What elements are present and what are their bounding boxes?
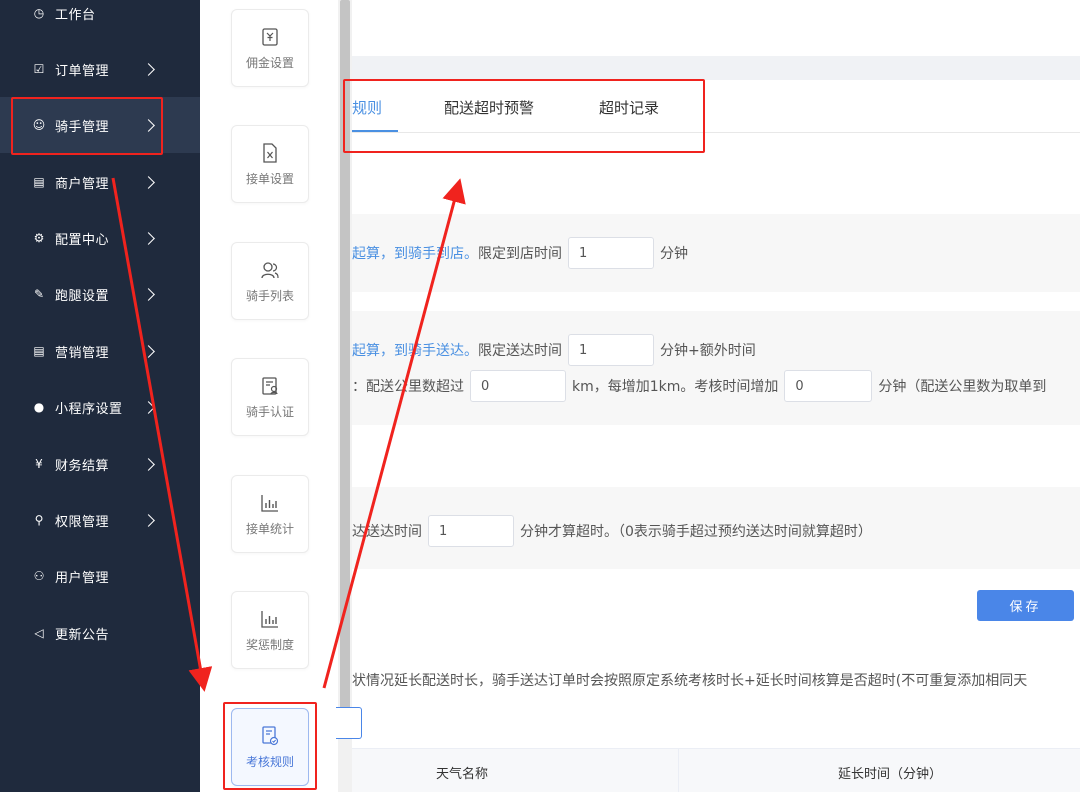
sidebar-item-1[interactable]: ☑ 订单管理 — [0, 41, 200, 97]
wechat-icon: ● — [33, 400, 45, 414]
save-button[interactable]: 保存 — [977, 590, 1074, 621]
submenu-item-2[interactable]: 骑手列表 — [231, 242, 309, 320]
gear-icon: ⚙ — [33, 231, 45, 245]
distance-prefix: ：配送公里数超过 — [352, 379, 464, 395]
sidebar-item-label: 营销管理 — [55, 345, 110, 361]
sidebar-item-4[interactable]: ⚙ 配置中心 — [0, 210, 200, 266]
submenu-item-label: 接单统计 — [245, 521, 294, 536]
weather-table-header: 天气名称 延长时间（分钟） — [352, 748, 1080, 792]
users-icon — [259, 259, 281, 281]
wrench-icon: ✎ — [33, 287, 45, 301]
distance-threshold-input[interactable] — [470, 370, 566, 402]
distance-mid-text: km，每增加1km。考核时间增加 — [572, 379, 779, 395]
overtime-prefix: 达送达时间 — [352, 524, 422, 540]
overtime-suffix: 分钟才算超时。（0表示骑手超过预约送达时间就算超时） — [520, 524, 872, 540]
sidebar-item-label: 财务结算 — [55, 458, 110, 474]
arrival-rule-text: 起算，到骑手到店。 — [352, 246, 478, 262]
sidebar-item-label: 配置中心 — [55, 232, 110, 248]
annotation-box-rider-management — [11, 97, 163, 155]
chevron-right-icon — [142, 400, 155, 414]
submenu-item-label: 接单设置 — [245, 171, 294, 186]
chevron-right-icon — [142, 175, 155, 189]
sidebar-item-5[interactable]: ✎ 跑腿设置 — [0, 266, 200, 322]
sidebar-item-label: 商户管理 — [55, 176, 110, 192]
sidebar-item-11[interactable]: ◁ 更新公告 — [0, 605, 200, 661]
chevron-right-icon — [142, 231, 155, 245]
arrival-unit: 分钟 — [660, 246, 688, 262]
annotation-box-assessment-rules — [223, 702, 317, 790]
submenu-item-3[interactable]: 骑手认证 — [231, 358, 309, 436]
delivery-rule-row: 起算，到骑手送达。 限定送达时间 分钟+额外时间 — [352, 334, 756, 366]
delivery-time-input[interactable] — [568, 334, 654, 366]
chevron-right-icon — [142, 513, 155, 527]
delivery-unit: 分钟+额外时间 — [660, 343, 756, 359]
commission-icon — [259, 26, 281, 48]
sidebar-item-label: 权限管理 — [55, 514, 110, 530]
sidebar-item-label: 工作台 — [55, 7, 96, 23]
overtime-input[interactable] — [428, 515, 514, 547]
weather-extension-note: 状情况延长配送时长，骑手送达订单时会按照原定系统考核时长+延长时间核算是否超时(… — [352, 673, 1028, 689]
sidebar-item-label: 用户管理 — [55, 570, 110, 586]
submenu-item-1[interactable]: 接单设置 — [231, 125, 309, 203]
yen-icon: ¥ — [35, 457, 43, 471]
column-header-weather-name: 天气名称 — [436, 767, 489, 782]
chevron-right-icon — [142, 344, 155, 358]
bar-chart-icon — [259, 492, 281, 514]
sidebar-item-label: 小程序设置 — [55, 401, 123, 417]
dashboard-icon: ◷ — [33, 6, 45, 20]
bar-chart-icon — [259, 608, 281, 630]
certification-icon — [259, 375, 281, 397]
delivery-rule-text: 起算，到骑手送达。 — [352, 343, 478, 359]
sidebar-item-7[interactable]: ● 小程序设置 — [0, 379, 200, 435]
sidebar-item-label: 更新公告 — [55, 627, 110, 643]
sidebar-item-0[interactable]: ◷ 工作台 — [0, 0, 200, 41]
column-header-extension-time: 延长时间（分钟） — [838, 767, 943, 782]
arrival-time-input[interactable] — [568, 237, 654, 269]
header-area — [352, 0, 1080, 56]
sidebar-item-label: 订单管理 — [55, 63, 110, 79]
sidebar-item-10[interactable]: ⚇ 用户管理 — [0, 548, 200, 604]
extra-time-input[interactable] — [784, 370, 873, 402]
chevron-right-icon — [142, 62, 155, 76]
submenu-item-label: 奖惩制度 — [245, 637, 294, 652]
shop-icon: ▤ — [33, 175, 45, 189]
overtime-rule-row: 达送达时间 分钟才算超时。（0表示骑手超过预约送达时间就算超时） — [352, 515, 872, 547]
annotation-box-tabs — [343, 79, 705, 153]
store-icon: ▤ — [33, 344, 45, 358]
distance-suffix: 分钟（配送公里数为取单到 — [878, 379, 1047, 395]
submenu-item-0[interactable]: 佣金设置 — [231, 9, 309, 87]
header-divider-band — [352, 56, 1080, 80]
submenu-item-5[interactable]: 奖惩制度 — [231, 591, 309, 669]
submenu-item-label: 佣金设置 — [245, 55, 294, 70]
chevron-right-icon — [142, 287, 155, 301]
sidebar-item-9[interactable]: ⚲ 权限管理 — [0, 492, 200, 548]
edit-icon: ☑ — [33, 62, 45, 76]
submenu-item-label: 骑手认证 — [245, 404, 294, 419]
search-icon: ⚲ — [34, 513, 44, 527]
arrival-time-label: 限定到店时间 — [478, 246, 562, 262]
add-weather-button[interactable] — [336, 707, 362, 739]
sidebar-item-label: 跑腿设置 — [55, 288, 110, 304]
delivery-time-label: 限定送达时间 — [478, 343, 562, 359]
submenu-item-4[interactable]: 接单统计 — [231, 475, 309, 553]
excel-file-icon — [259, 142, 281, 164]
arrival-rule-row: 起算，到骑手到店。 限定到店时间 分钟 — [352, 237, 688, 269]
sidebar-item-8[interactable]: ¥ 财务结算 — [0, 436, 200, 492]
sidebar-item-3[interactable]: ▤ 商户管理 — [0, 154, 200, 210]
submenu-item-label: 骑手列表 — [245, 288, 294, 303]
megaphone-icon: ◁ — [34, 626, 44, 640]
user-icon: ⚇ — [33, 569, 45, 583]
distance-rule-row: ：配送公里数超过 km，每增加1km。考核时间增加 分钟（配送公里数为取单到 — [352, 370, 1046, 402]
delivery-section — [352, 311, 1080, 425]
column-divider — [678, 749, 679, 792]
sidebar-item-6[interactable]: ▤ 营销管理 — [0, 323, 200, 379]
chevron-right-icon — [142, 457, 155, 471]
